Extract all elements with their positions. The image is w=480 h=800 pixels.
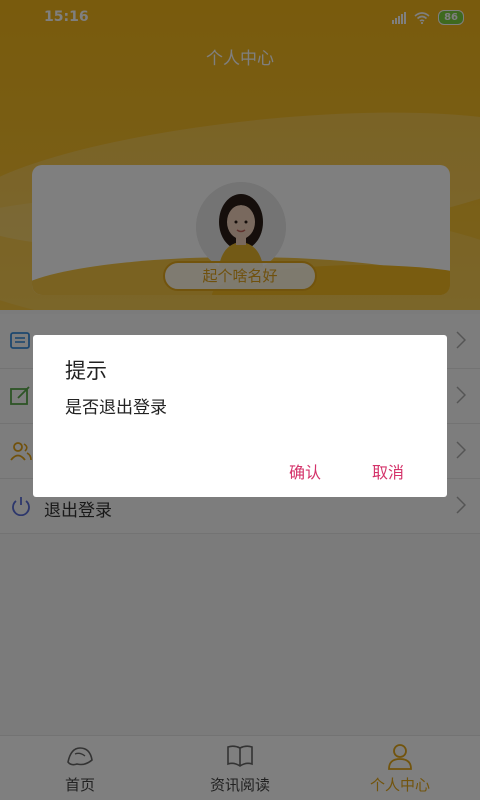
dialog-title: 提示: [65, 359, 107, 383]
cancel-button[interactable]: 取消: [372, 459, 404, 483]
logout-dialog: 提示 是否退出登录 确认 取消: [33, 335, 447, 497]
screen: 15:16 86 个人中心: [0, 0, 480, 800]
dialog-message: 是否退出登录: [65, 398, 167, 418]
confirm-button[interactable]: 确认: [289, 459, 321, 483]
